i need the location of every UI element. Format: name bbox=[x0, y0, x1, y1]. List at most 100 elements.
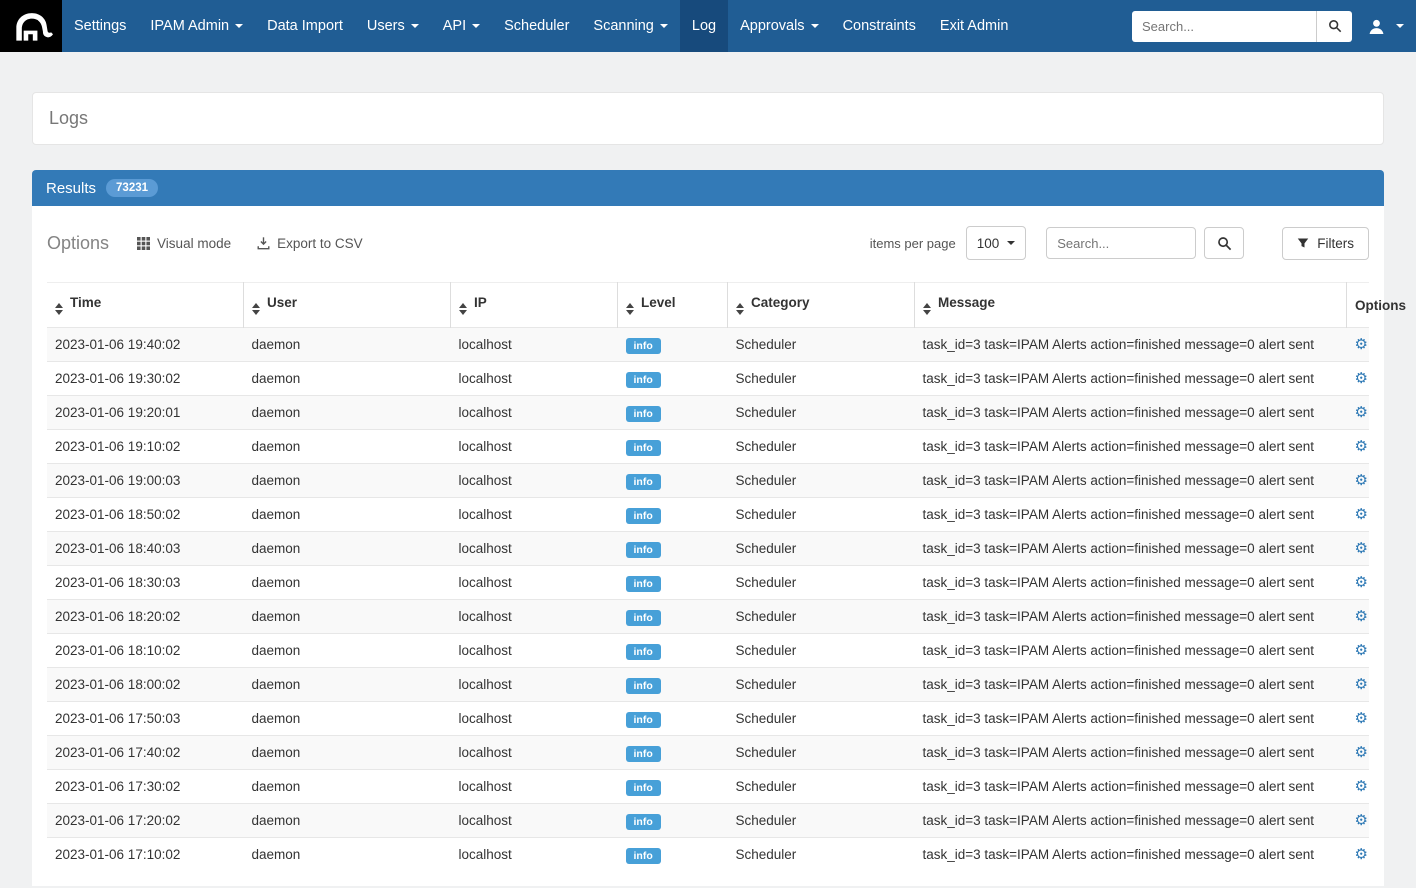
nav-item-constraints[interactable]: Constraints bbox=[831, 0, 928, 52]
visual-mode-button[interactable]: Visual mode bbox=[137, 236, 231, 251]
gear-icon[interactable]: ⚙ bbox=[1355, 438, 1368, 455]
column-header-user[interactable]: User bbox=[244, 283, 451, 328]
level-badge: info bbox=[626, 780, 661, 796]
page-content: Logs Results 73231 Options Visual mode bbox=[0, 92, 1416, 886]
level-badge: info bbox=[626, 678, 661, 694]
level-badge: info bbox=[626, 406, 661, 422]
results-panel: Results 73231 Options Visual mode bbox=[32, 170, 1384, 886]
cell-message: task_id=3 task=IPAM Alerts action=finish… bbox=[915, 464, 1347, 498]
user-menu[interactable] bbox=[1368, 18, 1404, 35]
nav-item-users[interactable]: Users bbox=[355, 0, 431, 52]
column-header-level[interactable]: Level bbox=[618, 283, 728, 328]
cell-options: ⚙ bbox=[1347, 770, 1370, 804]
nav-item-label: IPAM Admin bbox=[150, 18, 229, 34]
column-header-category[interactable]: Category bbox=[728, 283, 915, 328]
cell-ip: localhost bbox=[451, 532, 618, 566]
column-label: Time bbox=[70, 295, 101, 310]
cell-category: Scheduler bbox=[728, 328, 915, 362]
table-search-button[interactable] bbox=[1204, 227, 1244, 259]
gear-icon[interactable]: ⚙ bbox=[1355, 642, 1368, 659]
gear-icon[interactable]: ⚙ bbox=[1355, 472, 1368, 489]
sort-icon bbox=[459, 303, 467, 315]
cell-message: task_id=3 task=IPAM Alerts action=finish… bbox=[915, 770, 1347, 804]
gear-icon[interactable]: ⚙ bbox=[1355, 506, 1368, 523]
gear-icon[interactable]: ⚙ bbox=[1355, 778, 1368, 795]
options-title: Options bbox=[47, 233, 109, 254]
navbar-right bbox=[1132, 0, 1416, 52]
gear-icon[interactable]: ⚙ bbox=[1355, 540, 1368, 557]
cell-options: ⚙ bbox=[1347, 668, 1370, 702]
cell-message: task_id=3 task=IPAM Alerts action=finish… bbox=[915, 362, 1347, 396]
filters-button[interactable]: Filters bbox=[1282, 227, 1369, 260]
table-row: 2023-01-06 17:40:02daemonlocalhostinfoSc… bbox=[47, 736, 1369, 770]
level-badge: info bbox=[626, 440, 661, 456]
cell-ip: localhost bbox=[451, 736, 618, 770]
gear-icon[interactable]: ⚙ bbox=[1355, 336, 1368, 353]
log-table-body: 2023-01-06 19:40:02daemonlocalhostinfoSc… bbox=[47, 328, 1369, 872]
nav-item-log[interactable]: Log bbox=[680, 0, 728, 52]
cell-level: info bbox=[618, 600, 728, 634]
nav-item-data-import[interactable]: Data Import bbox=[255, 0, 355, 52]
gear-icon[interactable]: ⚙ bbox=[1355, 574, 1368, 591]
cell-category: Scheduler bbox=[728, 838, 915, 872]
gear-icon[interactable]: ⚙ bbox=[1355, 676, 1368, 693]
cell-options: ⚙ bbox=[1347, 736, 1370, 770]
cell-level: info bbox=[618, 498, 728, 532]
table-search-input[interactable] bbox=[1046, 227, 1196, 259]
cell-message: task_id=3 task=IPAM Alerts action=finish… bbox=[915, 702, 1347, 736]
cell-level: info bbox=[618, 430, 728, 464]
search-icon bbox=[1328, 19, 1342, 33]
chevron-down-icon bbox=[1396, 24, 1404, 28]
gear-icon[interactable]: ⚙ bbox=[1355, 812, 1368, 829]
nav-item-exit-admin[interactable]: Exit Admin bbox=[928, 0, 1021, 52]
gear-icon[interactable]: ⚙ bbox=[1355, 744, 1368, 761]
cell-category: Scheduler bbox=[728, 770, 915, 804]
column-header-message[interactable]: Message bbox=[915, 283, 1347, 328]
cell-options: ⚙ bbox=[1347, 396, 1370, 430]
cell-category: Scheduler bbox=[728, 464, 915, 498]
nav-item-settings[interactable]: Settings bbox=[62, 0, 138, 52]
results-panel-body: Options Visual mode Export to CSV bbox=[32, 206, 1384, 886]
table-row: 2023-01-06 17:10:02daemonlocalhostinfoSc… bbox=[47, 838, 1369, 872]
export-csv-label: Export to CSV bbox=[277, 236, 363, 251]
column-header-time[interactable]: Time bbox=[47, 283, 244, 328]
navbar-search-button[interactable] bbox=[1316, 11, 1352, 42]
cell-options: ⚙ bbox=[1347, 838, 1370, 872]
cell-options: ⚙ bbox=[1347, 532, 1370, 566]
nav-item-api[interactable]: API bbox=[431, 0, 492, 52]
nav-item-scanning[interactable]: Scanning bbox=[581, 0, 679, 52]
gear-icon[interactable]: ⚙ bbox=[1355, 370, 1368, 387]
cell-level: info bbox=[618, 362, 728, 396]
nav-item-label: Scanning bbox=[593, 18, 653, 34]
column-header-options: Options bbox=[1347, 283, 1370, 328]
cell-category: Scheduler bbox=[728, 362, 915, 396]
cell-options: ⚙ bbox=[1347, 804, 1370, 838]
nav-item-approvals[interactable]: Approvals bbox=[728, 0, 830, 52]
column-label: Category bbox=[751, 295, 810, 310]
navbar-menu: Settings IPAM Admin Data ImportUsersAPISch… bbox=[62, 0, 1020, 52]
gear-icon[interactable]: ⚙ bbox=[1355, 710, 1368, 727]
cell-level: info bbox=[618, 532, 728, 566]
table-row: 2023-01-06 18:40:03daemonlocalhostinfoSc… bbox=[47, 532, 1369, 566]
column-header-ip[interactable]: IP bbox=[451, 283, 618, 328]
cell-ip: localhost bbox=[451, 668, 618, 702]
gear-icon[interactable]: ⚙ bbox=[1355, 846, 1368, 863]
sort-icon bbox=[923, 303, 931, 315]
nav-item-scheduler[interactable]: Scheduler bbox=[492, 0, 581, 52]
cell-level: info bbox=[618, 838, 728, 872]
cell-ip: localhost bbox=[451, 566, 618, 600]
navbar-search-input[interactable] bbox=[1132, 11, 1316, 42]
cell-options: ⚙ bbox=[1347, 600, 1370, 634]
gear-icon[interactable]: ⚙ bbox=[1355, 404, 1368, 421]
app-logo[interactable] bbox=[0, 0, 62, 52]
cell-options: ⚙ bbox=[1347, 430, 1370, 464]
nav-item-ipam-admin[interactable]: IPAM Admin bbox=[138, 0, 255, 52]
cell-message: task_id=3 task=IPAM Alerts action=finish… bbox=[915, 634, 1347, 668]
gear-icon[interactable]: ⚙ bbox=[1355, 608, 1368, 625]
nav-item-label: Exit Admin bbox=[940, 18, 1009, 34]
export-csv-button[interactable]: Export to CSV bbox=[257, 236, 363, 251]
cell-options: ⚙ bbox=[1347, 566, 1370, 600]
table-row: 2023-01-06 18:30:03daemonlocalhostinfoSc… bbox=[47, 566, 1369, 600]
cell-message: task_id=3 task=IPAM Alerts action=finish… bbox=[915, 804, 1347, 838]
items-per-page-select[interactable]: 100 bbox=[966, 226, 1027, 260]
